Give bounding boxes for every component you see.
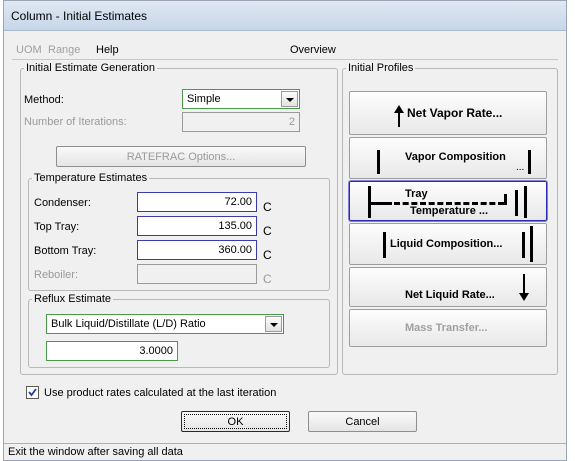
reboiler-unit: C xyxy=(263,272,272,286)
use-product-rates-label[interactable]: Use product rates calculated at the last… xyxy=(44,387,276,399)
tray-temperature-button[interactable]: Tray Temperature ... xyxy=(348,180,548,222)
bottom-tray-unit: C xyxy=(263,248,272,262)
initial-estimates-window: Column - Initial Estimates UOM Range Hel… xyxy=(3,0,567,461)
top-tray-temp-field[interactable]: 135.00 xyxy=(137,216,257,236)
reflux-estimate-legend: Reflux Estimate xyxy=(34,293,112,305)
liquid-composition-button[interactable]: Liquid Composition... xyxy=(349,223,547,265)
condenser-label: Condenser: xyxy=(34,197,91,209)
liquid-composition-label: Liquid Composition... xyxy=(390,238,503,250)
temperature-label: Temperature ... xyxy=(410,205,489,217)
tray-wall-right-icon xyxy=(515,190,518,216)
tray-weir-icon xyxy=(504,194,507,205)
net-liquid-rate-label: Net Liquid Rate... xyxy=(405,289,495,301)
column-wall-left-icon xyxy=(383,232,386,258)
tray-label: Tray xyxy=(405,188,428,200)
reflux-type-value: Bulk Liquid/Distillate (L/D) Ratio xyxy=(51,318,206,330)
menu-uom: UOM xyxy=(16,44,42,56)
cancel-button[interactable]: Cancel xyxy=(308,411,417,432)
net-vapor-rate-button[interactable]: Net Vapor Rate... xyxy=(349,91,547,135)
mass-transfer-button: Mass Transfer... xyxy=(349,309,547,347)
checkmark-icon xyxy=(28,388,37,397)
menu-overview[interactable]: Overview xyxy=(290,44,336,56)
mass-transfer-label: Mass Transfer... xyxy=(405,322,488,334)
status-bar: Exit the window after saving all data xyxy=(4,443,566,460)
condenser-temp-field[interactable]: 72.00 xyxy=(137,192,257,212)
iterations-field: 2 xyxy=(182,112,300,132)
top-tray-unit: C xyxy=(263,224,272,238)
reflux-type-select[interactable]: Bulk Liquid/Distillate (L/D) Ratio xyxy=(46,314,284,334)
vapor-composition-button[interactable]: Vapor Composition ... xyxy=(349,137,547,179)
temperature-estimates-legend: Temperature Estimates xyxy=(34,172,148,184)
tray-line-icon xyxy=(368,202,392,205)
ok-button[interactable]: OK xyxy=(181,411,290,432)
net-vapor-rate-label: Net Vapor Rate... xyxy=(407,106,503,120)
method-value: Simple xyxy=(187,93,221,105)
use-product-rates-checkbox[interactable] xyxy=(26,386,39,399)
initial-estimate-generation-legend: Initial Estimate Generation xyxy=(26,62,156,74)
column-wall-right-icon xyxy=(528,150,531,174)
top-tray-label: Top Tray: xyxy=(34,221,80,233)
menu-bar: UOM Range Help Overview xyxy=(12,41,560,59)
menu-help[interactable]: Help xyxy=(96,44,119,56)
arrow-up-icon xyxy=(398,112,400,127)
menu-range: Range xyxy=(48,44,81,56)
chevron-down-icon[interactable] xyxy=(281,91,298,107)
arrow-down-head-icon xyxy=(519,293,529,301)
column-wall-left-icon xyxy=(377,150,380,174)
vapor-composition-label: Vapor Composition xyxy=(405,151,506,163)
ratefrac-options-button: RATEFRAC Options... xyxy=(56,146,306,167)
profiles-buttons-area: Net Vapor Rate... Vapor Composition ... … xyxy=(342,63,558,375)
column-outer-wall-icon xyxy=(530,226,533,262)
column-wall-right-icon xyxy=(522,232,525,258)
method-select[interactable]: Simple xyxy=(182,89,300,109)
arrow-up-head-icon xyxy=(394,105,404,113)
chevron-down-icon[interactable] xyxy=(265,316,282,332)
reflux-ratio-field[interactable]: 3.0000 xyxy=(46,341,178,361)
net-liquid-rate-button[interactable]: Net Liquid Rate... xyxy=(349,267,547,307)
iterations-label: Number of Iterations: xyxy=(24,116,127,128)
method-label: Method: xyxy=(24,94,64,106)
reboiler-temp-field xyxy=(137,264,257,284)
window-title: Column - Initial Estimates xyxy=(11,9,148,23)
bottom-tray-temp-field[interactable]: 360.00 xyxy=(137,240,257,260)
title-bar[interactable]: Column - Initial Estimates xyxy=(4,1,566,31)
condenser-unit: C xyxy=(263,200,272,214)
menu-separator xyxy=(12,59,558,60)
arrow-down-icon xyxy=(523,274,525,294)
reboiler-label: Reboiler: xyxy=(34,269,79,281)
vapor-composition-dots: ... xyxy=(516,162,525,173)
status-text: Exit the window after saving all data xyxy=(8,446,183,458)
bottom-tray-label: Bottom Tray: xyxy=(34,245,97,257)
tray-wall-outer-icon xyxy=(524,186,527,218)
